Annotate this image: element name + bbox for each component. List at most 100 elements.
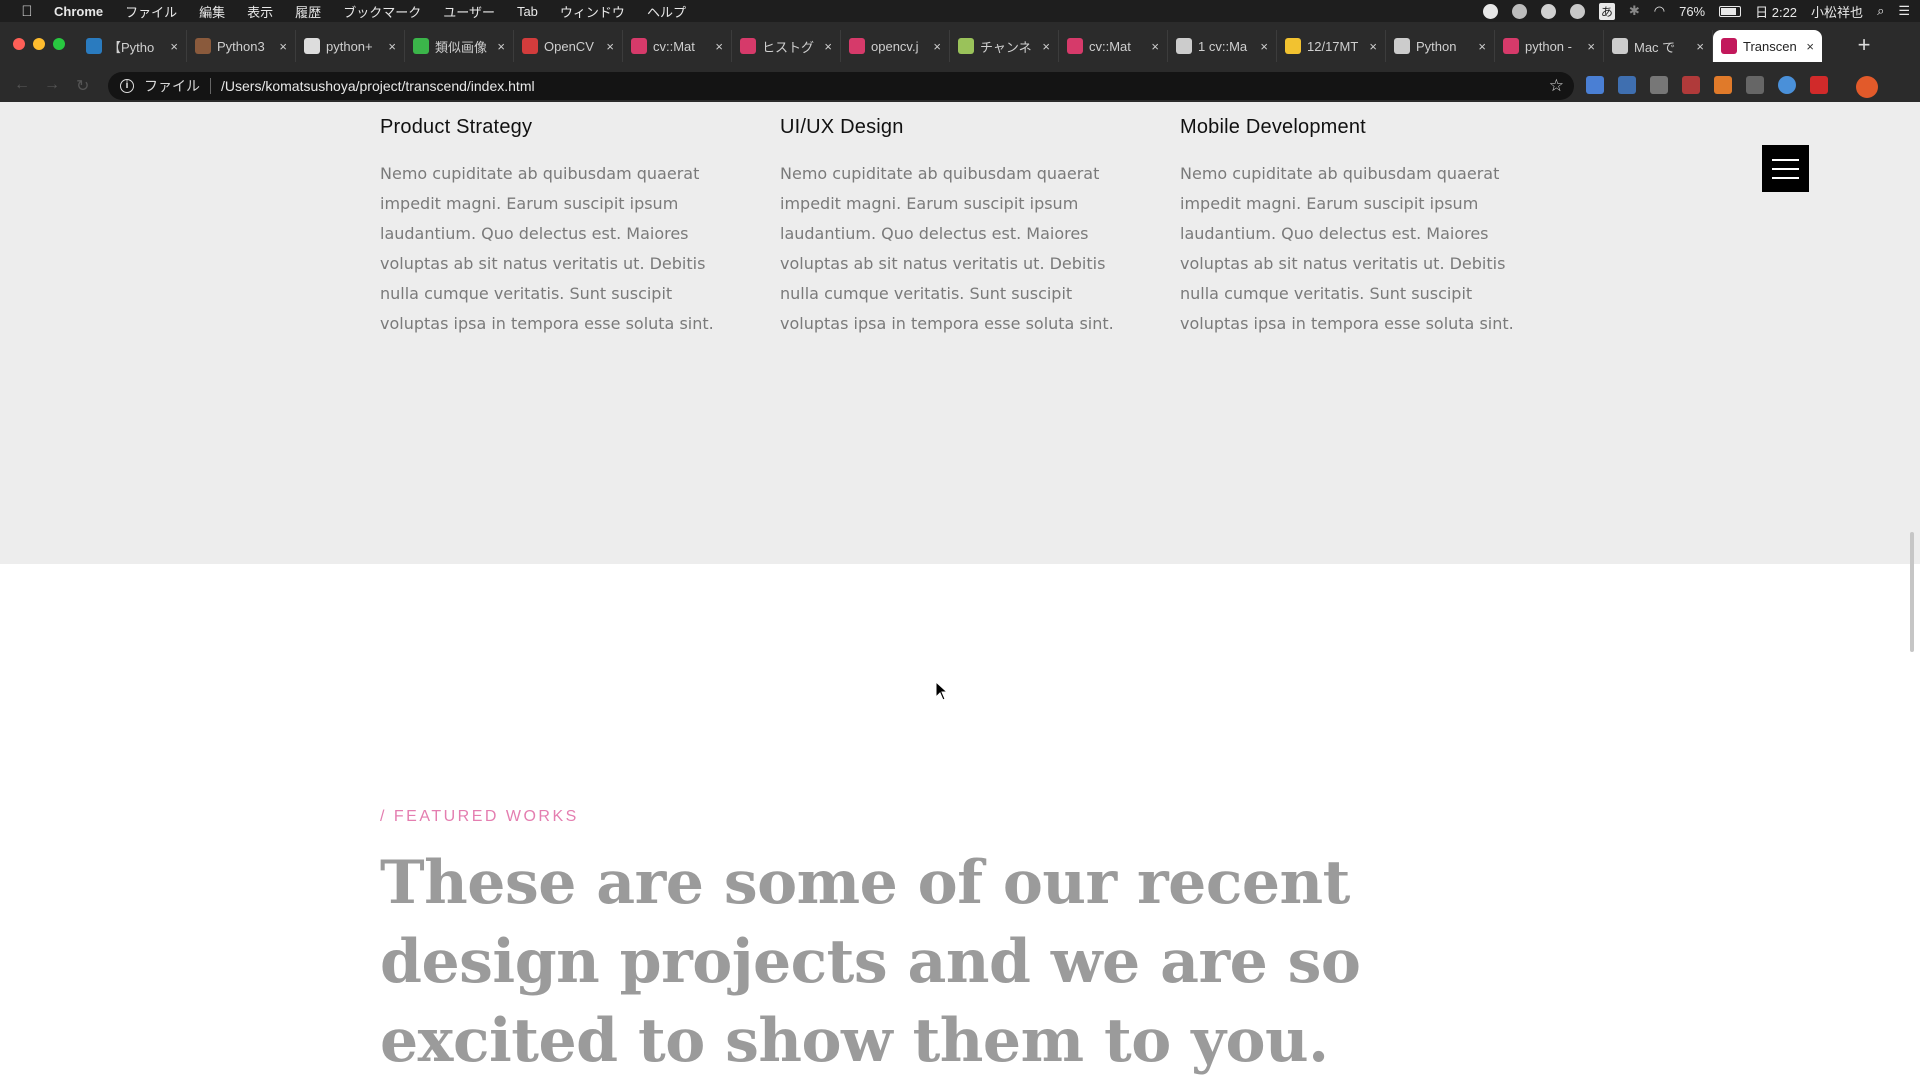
tab-close-icon[interactable]: × xyxy=(824,39,832,54)
address-bar[interactable]: i ファイル /Users/komatsushoya/project/trans… xyxy=(108,72,1574,100)
tab[interactable]: 【Pytho × xyxy=(78,30,187,62)
wifi-icon[interactable]: ◠ xyxy=(1654,3,1665,19)
clock[interactable]: 日 2:22 xyxy=(1755,2,1797,21)
forward-button[interactable]: → xyxy=(44,76,60,94)
tab-title: cv::Mat xyxy=(1089,38,1131,54)
tab-favicon-icon xyxy=(1503,38,1519,54)
tab[interactable]: 12/17MT × xyxy=(1277,30,1386,62)
window-close-button[interactable] xyxy=(13,38,25,50)
window-minimize-button[interactable] xyxy=(33,38,45,50)
tab[interactable]: cv::Mat × xyxy=(1059,30,1168,62)
status-area: あ ✱ ◠ 76% 日 2:22 小松祥也 ⌕ ☰ xyxy=(1482,0,1910,22)
section-heading: These are some of our recent design proj… xyxy=(380,848,1361,1076)
tab[interactable]: 1 cv::Ma × xyxy=(1168,30,1277,62)
tab[interactable]: opencv.j × xyxy=(841,30,950,62)
tab[interactable]: python+ × xyxy=(296,30,405,62)
tab-close-icon[interactable]: × xyxy=(1806,39,1814,54)
tab-favicon-icon xyxy=(1067,38,1083,54)
back-button[interactable]: ← xyxy=(14,76,30,94)
battery-icon[interactable] xyxy=(1719,5,1742,17)
blue-extension-icon[interactable] xyxy=(1778,76,1796,94)
menu-bookmarks[interactable]: ブックマーク xyxy=(343,2,421,21)
user-name[interactable]: 小松祥也 xyxy=(1811,2,1863,21)
tab-close-icon[interactable]: × xyxy=(279,39,287,54)
browser-toolbar: ← → ↻ i ファイル /Users/komatsushoya/project… xyxy=(0,72,1920,102)
tab-close-icon[interactable]: × xyxy=(715,39,723,54)
tab-close-icon[interactable]: × xyxy=(1369,39,1377,54)
menu-tab[interactable]: Tab xyxy=(517,4,538,19)
tab[interactable]: Mac で × xyxy=(1604,30,1713,62)
tab-close-icon[interactable]: × xyxy=(1587,39,1595,54)
tab-favicon-icon xyxy=(1176,38,1192,54)
fox-extension-icon[interactable] xyxy=(1714,76,1732,94)
menu-help[interactable]: ヘルプ xyxy=(647,2,686,21)
menu-people[interactable]: ユーザー xyxy=(443,2,495,21)
menu-history[interactable]: 履歴 xyxy=(295,2,321,21)
site-info-icon[interactable]: i xyxy=(120,79,134,93)
apple-menu-icon[interactable]:  xyxy=(0,3,54,20)
tab[interactable]: Python3 × xyxy=(187,30,296,62)
translate-extension-icon[interactable] xyxy=(1586,76,1604,94)
spotlight-search-icon[interactable]: ⌕ xyxy=(1877,3,1884,19)
tab-favicon-icon xyxy=(958,38,974,54)
input-method-icon[interactable]: あ xyxy=(1598,2,1615,20)
tab-close-icon[interactable]: × xyxy=(497,39,505,54)
tab-close-icon[interactable]: × xyxy=(170,39,178,54)
tab[interactable]: python - × xyxy=(1495,30,1604,62)
tab-title: Transcen xyxy=(1743,38,1797,54)
youtube-extension-icon[interactable] xyxy=(1810,76,1828,94)
bluetooth-icon[interactable]: ✱ xyxy=(1629,3,1640,19)
tab-active[interactable]: Transcen × xyxy=(1713,30,1822,62)
tab-title: 類似画像 xyxy=(435,39,488,55)
service-title: Product Strategy xyxy=(380,116,533,138)
notification-center-icon[interactable]: ☰ xyxy=(1898,3,1910,19)
tab-title: 【Pytho xyxy=(108,39,155,55)
tab-close-icon[interactable]: × xyxy=(933,39,941,54)
tab-title: cv::Mat xyxy=(653,38,695,54)
new-tab-button[interactable]: + xyxy=(1848,30,1880,62)
profile-avatar[interactable] xyxy=(1856,76,1878,98)
tab[interactable]: cv::Mat × xyxy=(623,30,732,62)
tab-favicon-icon xyxy=(1394,38,1410,54)
tab-close-icon[interactable]: × xyxy=(1696,39,1704,54)
tab-favicon-icon xyxy=(631,38,647,54)
app-menu-chrome[interactable]: Chrome xyxy=(54,4,103,19)
dictionary-extension-icon[interactable] xyxy=(1618,76,1636,94)
selenium-extension-icon[interactable] xyxy=(1746,76,1764,94)
extension-icons xyxy=(1586,76,1828,94)
tab[interactable]: 類似画像 × xyxy=(405,30,514,62)
tab[interactable]: チャンネ × xyxy=(950,30,1059,62)
tab[interactable]: ヒストグ × xyxy=(732,30,841,62)
menu-edit[interactable]: 編集 xyxy=(199,2,225,21)
tab[interactable]: Python × xyxy=(1386,30,1495,62)
menu-view[interactable]: 表示 xyxy=(247,2,273,21)
address-url[interactable]: /Users/komatsushoya/project/transcend/in… xyxy=(221,78,535,94)
qr-extension-icon[interactable] xyxy=(1682,76,1700,94)
tab-favicon-icon xyxy=(413,38,429,54)
creative-cloud-icon[interactable] xyxy=(1569,3,1585,19)
tab-close-icon[interactable]: × xyxy=(1042,39,1050,54)
tab[interactable]: OpenCV × xyxy=(514,30,623,62)
tab-close-icon[interactable]: × xyxy=(606,39,614,54)
bookmark-star-icon[interactable]: ☆ xyxy=(1549,76,1564,96)
reload-button[interactable]: ↻ xyxy=(76,76,89,96)
service-title: UI/UX Design xyxy=(780,116,904,138)
hamburger-menu-button[interactable] xyxy=(1762,145,1809,192)
tab-close-icon[interactable]: × xyxy=(1478,39,1486,54)
tab-favicon-icon xyxy=(849,38,865,54)
screenshot-extension-icon[interactable] xyxy=(1650,76,1668,94)
service-description: Nemo cupiditate ab quibusdam quaerat imp… xyxy=(380,164,714,333)
tab-list: 【Pytho × Python3 × python+ × 類似画像 × OpenCV × cv::M… xyxy=(78,30,1822,62)
evernote-icon[interactable] xyxy=(1540,3,1556,19)
tab-close-icon[interactable]: × xyxy=(1260,39,1268,54)
menu-file[interactable]: ファイル xyxy=(125,2,177,21)
menu-window[interactable]: ウィンドウ xyxy=(560,2,625,21)
tab-close-icon[interactable]: × xyxy=(1151,39,1159,54)
tab-close-icon[interactable]: × xyxy=(388,39,396,54)
grammarly-icon[interactable] xyxy=(1511,3,1527,19)
window-zoom-button[interactable] xyxy=(53,38,65,50)
record-icon[interactable] xyxy=(1482,3,1498,19)
page-scrollbar[interactable] xyxy=(1910,532,1914,652)
address-scheme-label: ファイル xyxy=(144,78,200,94)
address-separator xyxy=(210,78,211,94)
